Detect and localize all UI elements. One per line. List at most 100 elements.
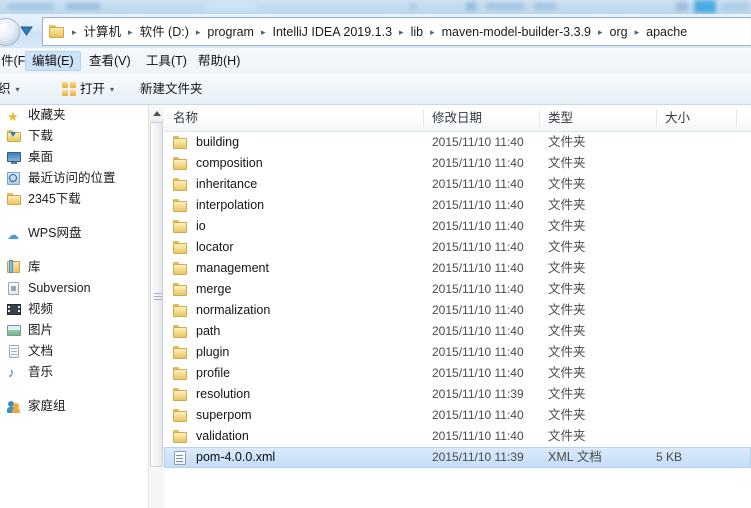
file-type-cell: XML 文档 [548, 450, 602, 464]
column-header-name[interactable]: 名称 [164, 105, 198, 131]
chevron-down-icon[interactable] [20, 26, 33, 37]
table-row[interactable]: resolution 2015/11/10 11:39 文件夹 [164, 384, 751, 405]
column-header-type[interactable]: 类型 [539, 105, 573, 131]
sidebar-item-subversion[interactable]: Subversion [0, 278, 148, 299]
table-row[interactable]: merge 2015/11/10 11:40 文件夹 [164, 279, 751, 300]
menu-bar: 件(F) 编辑(E) 查看(V) 工具(T) 帮助(H) [0, 48, 751, 74]
file-type-cell: 文件夹 [548, 408, 586, 422]
column-header-date-modified[interactable]: 修改日期 [423, 105, 482, 131]
column-divider[interactable] [423, 110, 424, 126]
folder-icon [173, 177, 189, 192]
table-row[interactable]: locator 2015/11/10 11:40 文件夹 [164, 237, 751, 258]
sidebar-item-label: 视频 [28, 302, 54, 316]
menu-item-help[interactable]: 帮助(H) [191, 51, 247, 71]
scroll-up-arrow-icon[interactable] [149, 105, 164, 122]
breadcrumb-separator[interactable]: ▸ [191, 22, 206, 42]
table-row[interactable]: composition 2015/11/10 11:40 文件夹 [164, 153, 751, 174]
column-header-size[interactable]: 大小 [656, 105, 690, 131]
sidebar-item-recent-places[interactable]: 最近访问的位置 [0, 168, 148, 189]
table-row[interactable]: interpolation 2015/11/10 11:40 文件夹 [164, 195, 751, 216]
breadcrumb-separator[interactable]: ▸ [123, 22, 138, 42]
file-name-label: management [196, 261, 269, 275]
sidebar-item-label: 收藏夹 [28, 108, 66, 122]
sidebar-item-documents[interactable]: 文档 [0, 341, 148, 362]
table-row[interactable]: validation 2015/11/10 11:40 文件夹 [164, 426, 751, 447]
table-row[interactable]: management 2015/11/10 11:40 文件夹 [164, 258, 751, 279]
sidebar-item-music[interactable]: ♪ 音乐 [0, 362, 148, 383]
breadcrumb-item-apache[interactable]: apache [644, 22, 689, 42]
folder-icon [173, 324, 189, 339]
column-divider[interactable] [736, 110, 737, 126]
sidebar-item-favorites[interactable]: ★ 收藏夹 [0, 105, 148, 126]
back-circle-icon[interactable] [0, 18, 20, 46]
open-label: 打开 [80, 82, 106, 96]
folder-icon [173, 282, 189, 297]
table-row[interactable]: io 2015/11/10 11:40 文件夹 [164, 216, 751, 237]
file-type-cell: 文件夹 [548, 282, 586, 296]
file-type-cell: 文件夹 [548, 261, 586, 275]
file-type-cell: 文件夹 [548, 240, 586, 254]
desktop-monitor-icon [6, 150, 23, 166]
folder-icon [173, 240, 189, 255]
sidebar-item-pictures[interactable]: 图片 [0, 320, 148, 341]
breadcrumb-separator[interactable]: ▸ [630, 22, 645, 42]
file-type-cell: 文件夹 [548, 366, 586, 380]
breadcrumb-item-intellij[interactable]: IntelliJ IDEA 2019.1.3 [271, 22, 395, 42]
sidebar-item-label: 2345下载 [28, 192, 81, 206]
breadcrumb-item-org[interactable]: org [608, 22, 630, 42]
table-row[interactable]: inheritance 2015/11/10 11:40 文件夹 [164, 174, 751, 195]
column-divider[interactable] [539, 110, 540, 126]
breadcrumb-item-lib[interactable]: lib [409, 22, 426, 42]
file-type-cell: 文件夹 [548, 303, 586, 317]
scroll-thumb-grip-icon [154, 293, 162, 294]
table-row[interactable]: building 2015/11/10 11:40 文件夹 [164, 132, 751, 153]
file-date-cell: 2015/11/10 11:40 [432, 429, 524, 443]
file-name-cell: profile [164, 363, 230, 384]
file-date-cell: 2015/11/10 11:39 [432, 450, 524, 464]
scroll-thumb[interactable] [150, 122, 163, 467]
new-folder-button[interactable]: 新建文件夹 [140, 79, 203, 99]
sidebar-item-desktop[interactable]: 桌面 [0, 147, 148, 168]
file-type-cell: 文件夹 [548, 219, 586, 233]
breadcrumb-item-drive-d[interactable]: 软件 (D:) [138, 22, 191, 42]
sidebar-item-videos[interactable]: 视频 [0, 299, 148, 320]
breadcrumb-separator[interactable]: ▸ [394, 22, 409, 42]
music-note-icon: ♪ [8, 364, 15, 380]
menu-item-edit[interactable]: 编辑(E) [25, 51, 81, 71]
sidebar-item-wps-cloud[interactable]: ☁ WPS网盘 [0, 223, 148, 244]
file-date-cell: 2015/11/10 11:40 [432, 366, 524, 380]
breadcrumb-item-computer[interactable]: 计算机 [82, 22, 124, 42]
organize-button[interactable]: 织 ▾ [0, 79, 20, 99]
breadcrumb-item-program[interactable]: program [205, 22, 256, 42]
breadcrumb-separator[interactable]: ▸ [67, 22, 82, 42]
table-row[interactable]: profile 2015/11/10 11:40 文件夹 [164, 363, 751, 384]
breadcrumb[interactable]: ▸ 计算机 ▸ 软件 (D:) ▸ program ▸ IntelliJ IDE… [42, 17, 751, 46]
file-type-cell: 文件夹 [548, 387, 586, 401]
file-name-cell: locator [164, 237, 234, 258]
chevron-down-icon: ▾ [110, 84, 115, 94]
table-row[interactable]: superpom 2015/11/10 11:40 文件夹 [164, 405, 751, 426]
folder-icon [173, 198, 189, 213]
sidebar-item-libraries[interactable]: 库 [0, 257, 148, 278]
open-button[interactable]: 打开 ▾ [80, 79, 114, 99]
breadcrumb-separator[interactable]: ▸ [593, 22, 608, 42]
table-row[interactable]: path 2015/11/10 11:40 文件夹 [164, 321, 751, 342]
sidebar-item-2345-downloads[interactable]: 2345下载 [0, 189, 148, 210]
breadcrumb-item-maven-model-builder[interactable]: maven-model-builder-3.3.9 [440, 22, 593, 42]
sidebar-item-homegroup[interactable]: 家庭组 [0, 396, 148, 417]
file-name-label: profile [196, 366, 231, 380]
menu-item-tools[interactable]: 工具(T) [139, 51, 194, 71]
table-row[interactable]: pom-4.0.0.xml 2015/11/10 11:39 XML 文档 5 KB [164, 447, 751, 468]
file-name-cell: plugin [164, 342, 229, 363]
breadcrumb-separator[interactable]: ▸ [256, 22, 271, 42]
file-date-cell: 2015/11/10 11:39 [432, 387, 524, 401]
menu-item-view[interactable]: 查看(V) [82, 51, 138, 71]
column-divider[interactable] [656, 110, 657, 126]
file-type-cell: 文件夹 [548, 135, 586, 149]
sidebar-item-downloads[interactable]: 下载 [0, 126, 148, 147]
breadcrumb-separator[interactable]: ▸ [425, 22, 440, 42]
table-row[interactable]: plugin 2015/11/10 11:40 文件夹 [164, 342, 751, 363]
table-row[interactable]: normalization 2015/11/10 11:40 文件夹 [164, 300, 751, 321]
sidebar-scrollbar[interactable] [148, 105, 165, 508]
